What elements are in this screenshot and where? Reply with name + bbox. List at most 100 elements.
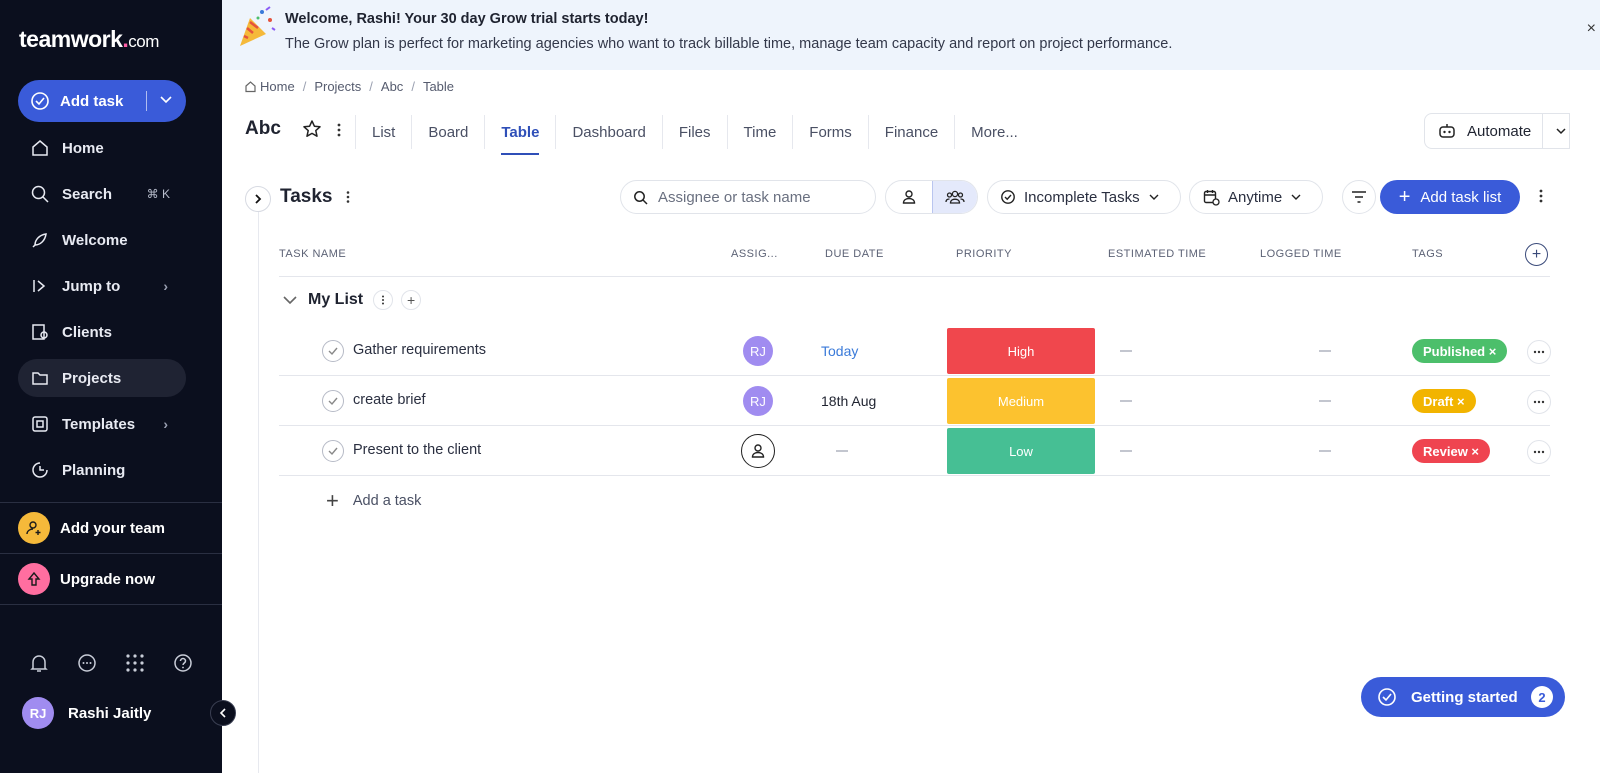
expand-panel-button[interactable] [245, 186, 271, 212]
avatar[interactable]: RJ [743, 336, 773, 366]
user-name: Rashi Jaitly [68, 704, 152, 722]
my-tasks-toggle[interactable] [886, 181, 932, 213]
tag-badge[interactable]: Draft × [1412, 389, 1476, 413]
sidebar-item-clients[interactable]: Clients [18, 313, 186, 351]
column-header-estimated-time[interactable]: ESTIMATED TIME [1108, 248, 1206, 260]
plus-icon: + [1398, 186, 1411, 208]
column-header-logged-time[interactable]: LOGGED TIME [1260, 248, 1342, 260]
sidebar-item-planning[interactable]: Planning [18, 451, 186, 489]
column-header-due-date[interactable]: DUE DATE [825, 248, 884, 260]
tab-board[interactable]: Board [411, 115, 484, 149]
more-vertical-icon[interactable] [1538, 188, 1544, 204]
teamwork-logo[interactable]: teamwork.com [19, 26, 159, 53]
column-header-priority[interactable]: PRIORITY [956, 248, 1012, 260]
apps-grid-icon[interactable] [124, 652, 146, 674]
jump-icon [33, 280, 46, 292]
logged-time-empty[interactable] [1319, 450, 1331, 452]
priority-cell[interactable]: Medium [947, 378, 1095, 424]
due-date-empty[interactable] [836, 450, 848, 452]
upgrade-button[interactable]: Upgrade now [18, 563, 155, 595]
assign-user-button[interactable] [741, 434, 775, 468]
add-team-button[interactable]: Add your team [18, 512, 165, 544]
logged-time-empty[interactable] [1319, 400, 1331, 402]
table-row[interactable]: Present to the client Low Review × [279, 426, 1551, 476]
column-header-assignee[interactable]: ASSIG... [731, 248, 778, 260]
close-icon[interactable]: × [1587, 20, 1596, 38]
more-vertical-icon[interactable] [336, 122, 342, 138]
chat-icon[interactable] [76, 652, 98, 674]
sidebar-item-home[interactable]: Home [18, 129, 186, 167]
everyone-tasks-toggle[interactable] [931, 181, 977, 213]
tag-badge[interactable]: Published × [1412, 339, 1508, 363]
status-filter-label: Incomplete Tasks [1024, 188, 1140, 206]
estimated-time-empty[interactable] [1120, 400, 1132, 402]
check-circle-icon [1378, 688, 1396, 706]
chevron-down-icon[interactable] [158, 91, 174, 111]
task-list-name[interactable]: My List [308, 291, 363, 309]
tab-files[interactable]: Files [661, 115, 727, 149]
complete-task-checkbox[interactable] [322, 390, 344, 412]
tab-list[interactable]: List [355, 115, 411, 149]
home-icon [32, 140, 48, 156]
task-name[interactable]: create brief [353, 392, 426, 408]
automate-dropdown[interactable] [1542, 113, 1578, 149]
add-task-list-button[interactable]: + Add task list [1380, 180, 1520, 214]
add-a-task-button[interactable]: + Add a task [326, 490, 421, 512]
status-filter-dropdown[interactable]: Incomplete Tasks [987, 180, 1181, 214]
getting-started-button[interactable]: Getting started 2 [1361, 677, 1565, 717]
column-header-tags[interactable]: TAGS [1412, 248, 1443, 260]
more-vertical-icon[interactable] [345, 190, 351, 204]
search-input[interactable]: Assignee or task name [620, 180, 876, 214]
list-options-button[interactable] [373, 290, 394, 310]
bell-icon[interactable] [28, 652, 50, 674]
tag-badge[interactable]: Review × [1412, 439, 1491, 463]
due-date[interactable]: Today [821, 343, 858, 359]
task-name[interactable]: Present to the client [353, 442, 481, 458]
filter-button[interactable] [1342, 180, 1376, 214]
check-icon [328, 447, 338, 456]
sidebar-item-welcome[interactable]: Welcome [18, 221, 186, 259]
chevron-down-icon[interactable] [282, 292, 298, 308]
sidebar-item-projects[interactable]: Projects [18, 359, 186, 397]
due-date[interactable]: 18th Aug [821, 393, 876, 409]
breadcrumb-home[interactable]: Home [260, 79, 295, 94]
row-more-button[interactable] [1527, 390, 1551, 414]
tab-time[interactable]: Time [726, 115, 793, 149]
date-filter-dropdown[interactable]: Anytime [1189, 180, 1324, 214]
sidebar-item-search[interactable]: Search ⌘ K [18, 175, 186, 213]
add-user-icon [18, 512, 50, 544]
sidebar-item-jump-to[interactable]: Jump to › [18, 267, 186, 305]
tab-finance[interactable]: Finance [867, 115, 954, 149]
logged-time-empty[interactable] [1319, 350, 1331, 352]
sidebar-item-templates[interactable]: Templates › [18, 405, 186, 443]
table-row[interactable]: create brief RJ 18th Aug Medium Draft × [279, 376, 1551, 426]
list-add-button[interactable]: + [401, 290, 422, 310]
tab-table[interactable]: Table [484, 115, 555, 155]
complete-task-checkbox[interactable] [322, 440, 344, 462]
add-task-button[interactable]: Add task [18, 80, 186, 122]
tab-forms[interactable]: Forms [792, 115, 868, 149]
complete-task-checkbox[interactable] [322, 340, 344, 362]
priority-cell[interactable]: Low [947, 428, 1095, 474]
user-profile[interactable]: RJ Rashi Jaitly [22, 697, 151, 729]
breadcrumb-projects[interactable]: Projects [314, 79, 361, 94]
add-task-list-label: Add task list [1420, 188, 1502, 206]
calendar-icon [1203, 190, 1220, 206]
help-icon[interactable] [172, 652, 194, 674]
priority-cell[interactable]: High [947, 328, 1095, 374]
tab-dashboard[interactable]: Dashboard [555, 115, 661, 149]
row-more-button[interactable] [1527, 340, 1551, 364]
tab-more[interactable]: More... [954, 115, 1034, 149]
tasks-heading: Tasks [280, 186, 333, 207]
row-more-button[interactable] [1527, 440, 1551, 464]
estimated-time-empty[interactable] [1120, 450, 1132, 452]
add-column-button[interactable]: + [1525, 243, 1548, 266]
star-icon[interactable] [302, 119, 322, 139]
breadcrumb-abc[interactable]: Abc [381, 79, 403, 94]
table-row[interactable]: Gather requirements RJ Today High Publis… [279, 326, 1551, 376]
estimated-time-empty[interactable] [1120, 350, 1132, 352]
avatar[interactable]: RJ [743, 386, 773, 416]
task-name[interactable]: Gather requirements [353, 342, 486, 358]
column-header-task-name[interactable]: TASK NAME [279, 248, 346, 260]
collapse-sidebar-button[interactable] [210, 700, 236, 726]
